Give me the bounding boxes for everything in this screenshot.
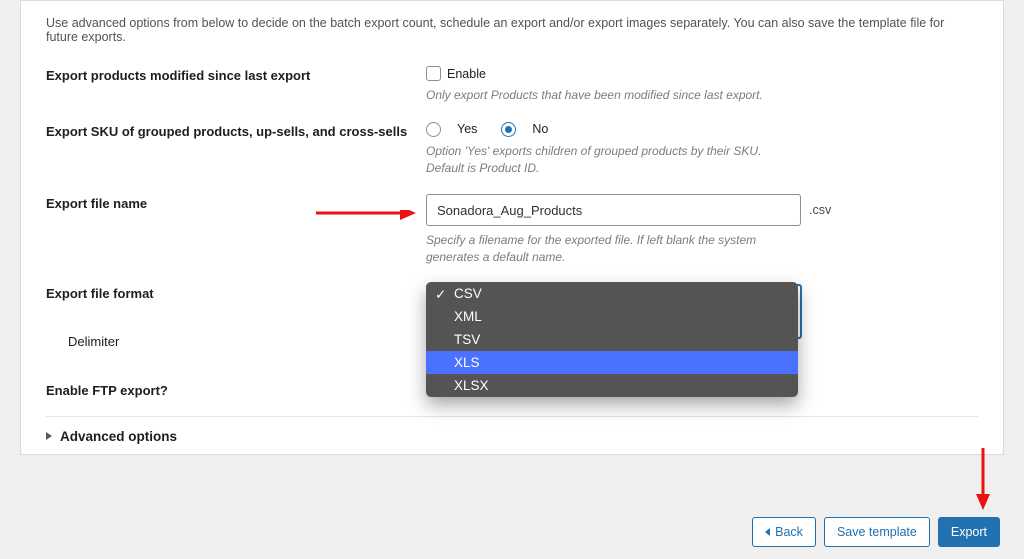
sku-radio-yes-label: Yes [457,122,477,136]
save-template-button-label: Save template [837,525,917,539]
help-export-sku: Option 'Yes' exports children of grouped… [426,143,776,177]
format-option-xlsx[interactable]: XLSX [426,374,798,397]
label-ftp-export: Enable FTP export? [46,381,426,398]
chevron-left-icon [765,528,770,536]
field-modified-since: Enable Only export Products that have be… [426,66,978,104]
sku-radio-no-label: No [532,122,548,136]
check-icon: ✓ [435,287,446,303]
export-button-label: Export [951,525,987,539]
row-file-name: Export file name .csv Specify a filename… [46,194,978,266]
sku-radio-no[interactable] [501,122,516,137]
field-export-sku: Yes No Option 'Yes' exports children of … [426,122,978,177]
footer-actions: Back Save template Export [752,517,1000,547]
file-name-input[interactable] [426,194,801,226]
file-ext-label: .csv [809,203,831,217]
enable-checkbox[interactable] [426,66,441,81]
help-file-name: Specify a filename for the exported file… [426,232,776,266]
format-option-xls[interactable]: XLS [426,351,798,374]
enable-checkbox-label: Enable [447,67,486,81]
enable-checkbox-wrap[interactable]: Enable [426,66,978,81]
sku-radio-yes[interactable] [426,122,441,137]
row-export-sku: Export SKU of grouped products, up-sells… [46,122,978,177]
row-modified-since: Export products modified since last expo… [46,66,978,104]
field-file-format: ✓ CSV XML TSV XLS XLSX [426,284,978,324]
intro-text: Use advanced options from below to decid… [46,16,978,44]
format-option-xlsx-label: XLSX [454,378,489,393]
label-file-name: Export file name [46,194,426,266]
label-export-sku: Export SKU of grouped products, up-sells… [46,122,426,177]
chevron-right-icon [46,432,52,440]
row-file-format: Export file format ✓ CSV XML TSV XLS XLS [46,284,978,324]
sku-radio-group: Yes No [426,122,978,137]
format-option-csv-label: CSV [454,286,482,301]
format-option-xls-label: XLS [454,355,480,370]
advanced-options-label: Advanced options [60,429,177,444]
format-dropdown[interactable]: ✓ CSV XML TSV XLS XLSX [426,282,798,397]
field-file-name: .csv Specify a filename for the exported… [426,194,978,266]
advanced-export-panel: Use advanced options from below to decid… [20,0,1004,455]
format-option-tsv-label: TSV [454,332,480,347]
annotation-arrow-export [973,448,993,510]
back-button[interactable]: Back [752,517,816,547]
help-modified-since: Only export Products that have been modi… [426,87,776,104]
label-file-format: Export file format [46,284,426,324]
label-delimiter: Delimiter [46,332,426,349]
format-option-csv[interactable]: ✓ CSV [426,282,798,305]
save-template-button[interactable]: Save template [824,517,930,547]
export-button[interactable]: Export [938,517,1000,547]
advanced-options-toggle[interactable]: Advanced options [46,416,978,444]
back-button-label: Back [775,525,803,539]
label-modified-since: Export products modified since last expo… [46,66,426,104]
format-option-xml-label: XML [454,309,482,324]
format-option-xml[interactable]: XML [426,305,798,328]
format-option-tsv[interactable]: TSV [426,328,798,351]
